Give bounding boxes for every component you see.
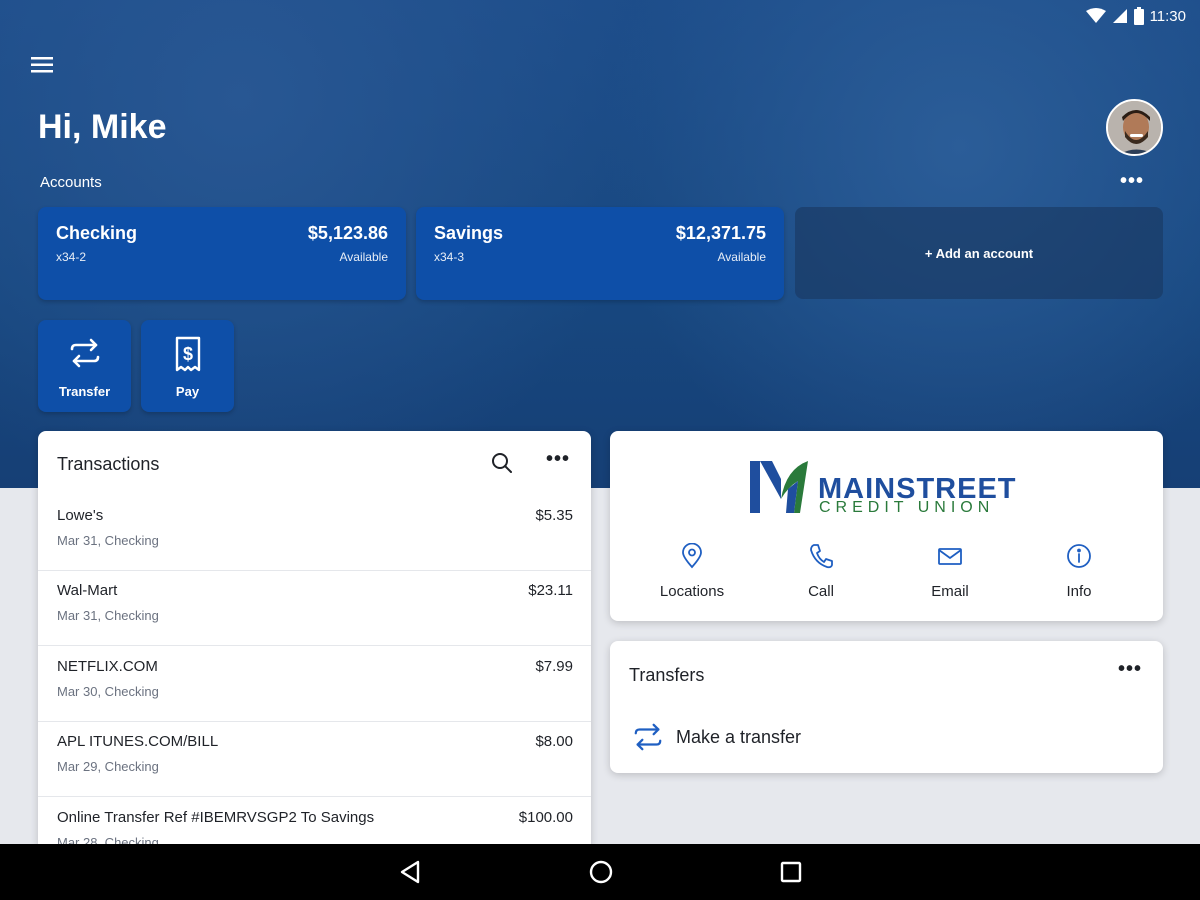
transaction-amount: $7.99 (535, 658, 573, 675)
add-account-button[interactable]: + Add an account (795, 207, 1163, 299)
transaction-name: Lowe's (57, 507, 104, 524)
system-navigation-bar (0, 844, 1200, 900)
locations-label: Locations (659, 583, 725, 600)
transaction-detail: Mar 31, Checking (57, 533, 159, 548)
back-button[interactable] (398, 858, 422, 891)
phone-icon (810, 544, 833, 569)
home-button[interactable] (587, 858, 615, 891)
mainstreet-logo-mark-icon (750, 461, 808, 513)
transaction-amount: $23.11 (528, 582, 573, 599)
balance-label: Available (339, 250, 388, 264)
transaction-row[interactable]: Online Transfer Ref #IBEMRVSGP2 To Savin… (38, 797, 591, 851)
back-triangle-icon (400, 860, 420, 884)
transactions-search-button[interactable] (490, 451, 514, 480)
mainstreet-logo: MAINSTREET CREDIT UNION (750, 459, 1040, 516)
account-number: x34-3 (434, 250, 465, 264)
hamburger-menu-icon (31, 57, 53, 73)
transaction-amount: $100.00 (518, 809, 573, 826)
logo-name-line2: CREDIT UNION (819, 499, 995, 516)
balance-label: Available (717, 250, 766, 264)
location-pin-icon (682, 543, 702, 569)
transactions-title: Transactions (57, 454, 160, 474)
transaction-detail: Mar 30, Checking (57, 684, 159, 699)
transfer-icon (70, 338, 99, 368)
transaction-row[interactable]: Lowe's Mar 31, Checking $5.35 (38, 495, 591, 571)
wifi-icon (1085, 8, 1106, 23)
transaction-detail: Mar 29, Checking (57, 759, 159, 774)
account-card-checking[interactable]: Checking x34-2 $5,123.86 Available (38, 207, 406, 300)
make-transfer-button[interactable]: Make a transfer (632, 721, 801, 753)
transfers-more-button[interactable]: ••• (1118, 658, 1142, 681)
signal-icon (1112, 9, 1127, 23)
recents-button[interactable] (778, 858, 804, 891)
account-balance: $5,123.86 (307, 223, 388, 243)
greeting-title: Hi, Mike (38, 108, 167, 146)
call-button[interactable]: Call (756, 543, 886, 600)
account-balance: $12,371.75 (675, 223, 766, 243)
transfer-icon (634, 723, 662, 751)
status-bar: 11:30 (1085, 0, 1186, 32)
transaction-row[interactable]: Wal-Mart Mar 31, Checking $23.11 (38, 570, 591, 646)
credit-union-card: MAINSTREET CREDIT UNION Locations Call E… (610, 431, 1163, 621)
svg-text:$: $ (182, 344, 192, 364)
call-label: Call (808, 583, 834, 600)
info-button[interactable]: Info (1014, 543, 1144, 600)
transaction-name: APL ITUNES.COM/BILL (57, 733, 219, 750)
email-label: Email (931, 583, 969, 600)
info-icon (1067, 544, 1091, 568)
transactions-card: Transactions ••• Lowe's Mar 31, Checking… (38, 431, 591, 851)
transaction-row[interactable]: APL ITUNES.COM/BILL Mar 29, Checking $8.… (38, 721, 591, 797)
transaction-name: Online Transfer Ref #IBEMRVSGP2 To Savin… (57, 809, 375, 826)
transaction-name: NETFLIX.COM (57, 658, 158, 675)
transaction-amount: $8.00 (535, 733, 573, 750)
transfer-label: Transfer (58, 384, 111, 399)
account-name: Checking (56, 223, 138, 243)
home-circle-icon (589, 860, 613, 884)
avatar[interactable] (1106, 99, 1163, 156)
email-icon (938, 548, 962, 565)
account-number: x34-2 (56, 250, 87, 264)
transaction-detail: Mar 31, Checking (57, 608, 159, 623)
search-icon (492, 453, 512, 473)
info-label: Info (1066, 583, 1092, 600)
account-name: Savings (434, 223, 504, 243)
account-card-savings[interactable]: Savings x34-3 $12,371.75 Available (416, 207, 784, 300)
transfers-title: Transfers (629, 665, 705, 685)
locations-button[interactable]: Locations (627, 543, 757, 600)
transfer-button[interactable]: Transfer (38, 320, 131, 412)
pay-label: Pay (175, 384, 200, 399)
bill-pay-icon: $ (175, 336, 200, 372)
status-time: 11:30 (1149, 7, 1186, 25)
transfers-card: Transfers ••• Make a transfer (610, 641, 1163, 773)
accounts-more-button[interactable]: ••• (1120, 170, 1144, 193)
accounts-label: Accounts (40, 174, 102, 191)
email-button[interactable]: Email (885, 543, 1015, 600)
battery-icon (1133, 7, 1144, 25)
transactions-more-button[interactable]: ••• (546, 448, 570, 471)
transaction-amount: $5.35 (535, 507, 573, 524)
make-transfer-label: Make a transfer (676, 726, 802, 747)
menu-button[interactable] (28, 52, 56, 78)
recents-square-icon (780, 861, 802, 883)
pay-button[interactable]: $ Pay (141, 320, 234, 412)
transaction-name: Wal-Mart (57, 582, 118, 599)
transaction-row[interactable]: NETFLIX.COM Mar 30, Checking $7.99 (38, 646, 591, 722)
